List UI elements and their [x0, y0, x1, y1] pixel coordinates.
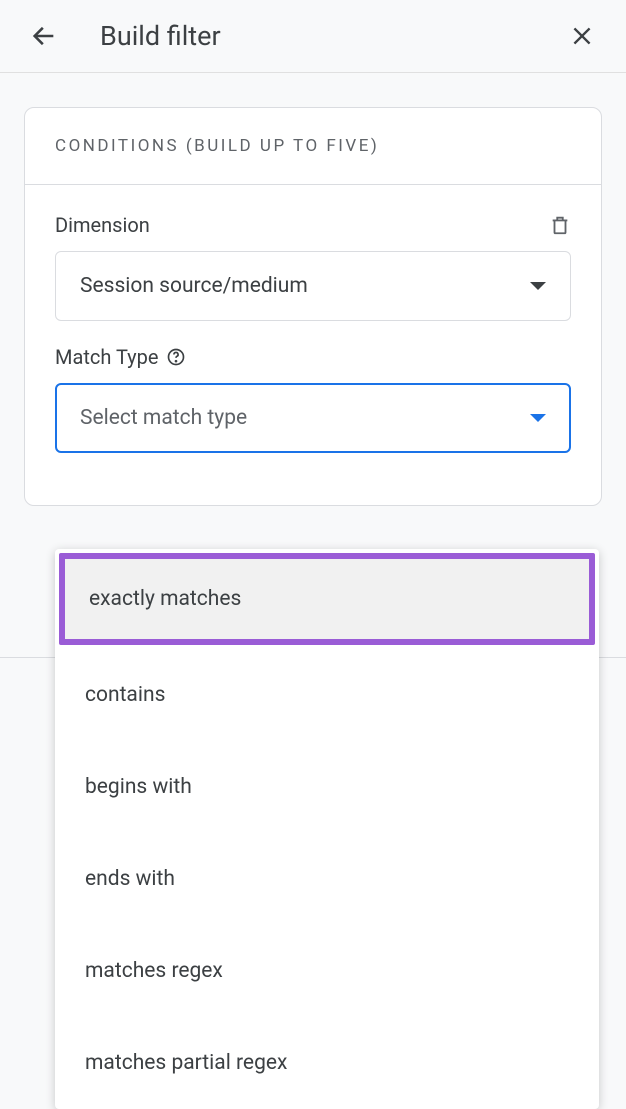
arrow-left-icon — [30, 22, 58, 50]
chevron-down-icon — [530, 414, 546, 422]
dropdown-option-contains[interactable]: contains — [55, 649, 599, 741]
dialog-title: Build filter — [100, 20, 566, 52]
close-button[interactable] — [566, 20, 598, 52]
dropdown-option-matches-regex[interactable]: matches regex — [55, 925, 599, 1017]
back-button[interactable] — [28, 20, 60, 52]
chevron-down-icon — [530, 282, 546, 290]
close-icon — [569, 23, 595, 49]
dimension-select[interactable]: Session source/medium — [55, 251, 571, 321]
dropdown-option-ends-with[interactable]: ends with — [55, 833, 599, 925]
match-type-label: Match Type — [55, 345, 158, 369]
dialog-header: Build filter — [0, 0, 626, 73]
delete-button[interactable] — [549, 213, 571, 237]
help-icon — [166, 347, 186, 367]
dropdown-list[interactable]: exactly matches contains begins with end… — [55, 549, 599, 1109]
conditions-card: CONDITIONS (BUILD UP TO FIVE) Dimension … — [24, 107, 602, 506]
dropdown-option-matches-partial-regex[interactable]: matches partial regex — [55, 1017, 599, 1109]
trash-icon — [549, 213, 571, 237]
match-type-placeholder: Select match type — [80, 406, 247, 430]
dropdown-option-begins-with[interactable]: begins with — [55, 741, 599, 833]
dimension-select-value: Session source/medium — [80, 274, 308, 298]
dimension-label: Dimension — [55, 213, 150, 237]
help-button[interactable] — [166, 347, 186, 367]
card-header-label: CONDITIONS (BUILD UP TO FIVE) — [55, 136, 571, 156]
match-type-dropdown: exactly matches contains begins with end… — [55, 549, 599, 1109]
dropdown-option-exactly-matches[interactable]: exactly matches — [59, 553, 595, 645]
match-type-select[interactable]: Select match type — [55, 383, 571, 453]
card-header: CONDITIONS (BUILD UP TO FIVE) — [25, 108, 601, 185]
